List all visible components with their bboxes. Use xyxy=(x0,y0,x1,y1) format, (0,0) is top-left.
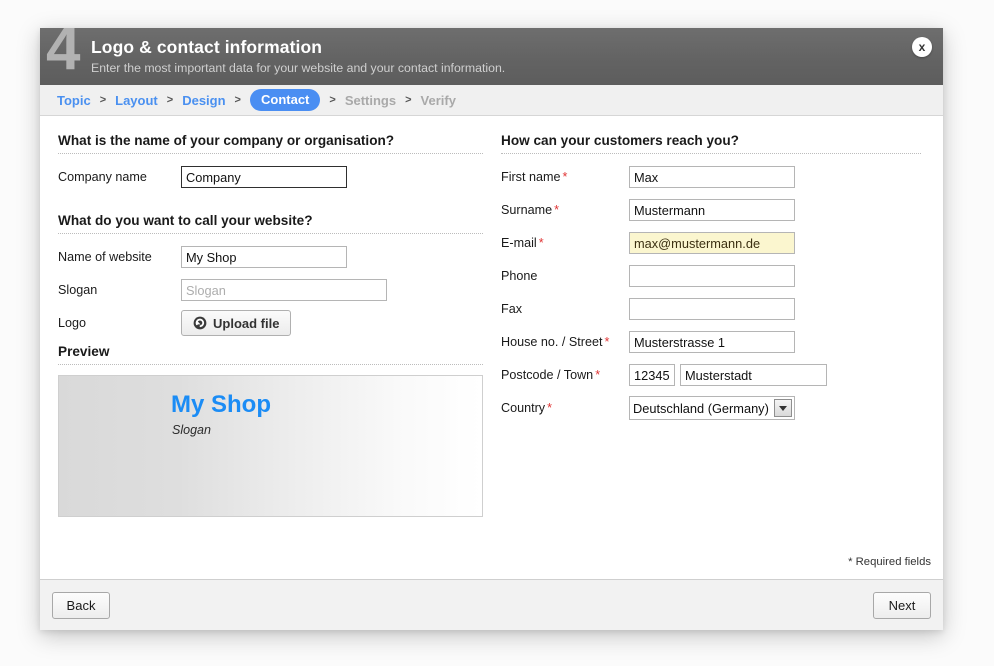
website-section-title: What do you want to call your website? xyxy=(58,213,483,234)
required-fields-note: * Required fields xyxy=(848,556,931,568)
dialog-footer: Back Next xyxy=(40,579,943,630)
breadcrumb-item-design[interactable]: Design xyxy=(182,93,225,108)
wizard-dialog: 4 Logo & contact information Enter the m… xyxy=(40,28,943,630)
required-marker: * xyxy=(538,236,544,250)
contact-section-title: How can your customers reach you? xyxy=(501,133,921,154)
first-name-row: First name * xyxy=(501,164,921,190)
page-subtitle: Enter the most important data for your w… xyxy=(91,61,506,75)
preview-section-title: Preview xyxy=(58,344,483,365)
required-marker: * xyxy=(604,335,610,349)
fax-row: Fax xyxy=(501,296,921,322)
street-label: House no. / Street * xyxy=(501,335,610,349)
site-name-row: Name of website xyxy=(58,244,483,270)
country-selected-value: Deutschland (Germany) xyxy=(633,400,769,416)
close-button[interactable]: x xyxy=(912,37,932,57)
surname-row: Surname * xyxy=(501,197,921,223)
breadcrumb-item-contact: Contact xyxy=(249,89,321,111)
required-marker: * xyxy=(554,203,560,217)
header-text-group: Logo & contact information Enter the mos… xyxy=(91,36,505,77)
slogan-input[interactable] xyxy=(181,279,387,301)
site-name-label: Name of website xyxy=(58,250,152,264)
email-label: E-mail * xyxy=(501,236,544,250)
preview-site-title: My Shop xyxy=(171,391,271,418)
postcode-town-row: Postcode / Town * xyxy=(501,362,921,388)
surname-input[interactable] xyxy=(629,199,795,221)
required-marker: * xyxy=(562,170,568,184)
first-name-input[interactable] xyxy=(629,166,795,188)
fax-label: Fax xyxy=(501,302,522,316)
email-row: E-mail * xyxy=(501,230,921,256)
company-name-input[interactable] xyxy=(181,166,347,188)
postcode-input[interactable] xyxy=(629,364,675,386)
breadcrumb-separator: > xyxy=(234,94,241,106)
fax-input[interactable] xyxy=(629,298,795,320)
street-row: House no. / Street * xyxy=(501,329,921,355)
postcode-town-label: Postcode / Town * xyxy=(501,368,601,382)
breadcrumb-separator: > xyxy=(405,94,412,106)
preview-slogan: Slogan xyxy=(172,423,211,437)
first-name-label: First name * xyxy=(501,170,568,184)
required-marker: * xyxy=(595,368,601,382)
country-label: Country * xyxy=(501,401,553,415)
company-name-label: Company name xyxy=(58,170,147,184)
upload-file-button[interactable]: Upload file xyxy=(181,310,292,336)
phone-label: Phone xyxy=(501,269,538,283)
company-name-row: Company name xyxy=(58,164,483,190)
left-column: What is the name of your company or orga… xyxy=(58,133,483,517)
chevron-down-icon[interactable] xyxy=(774,399,792,417)
country-row: Country * Deutschland (Germany) xyxy=(501,395,921,421)
breadcrumb-separator: > xyxy=(99,94,107,106)
breadcrumb-item-settings: Settings xyxy=(344,92,397,108)
company-section-title: What is the name of your company or orga… xyxy=(58,133,483,154)
right-column: How can your customers reach you? First … xyxy=(501,133,921,428)
slogan-row: Slogan xyxy=(58,277,483,303)
country-select[interactable]: Deutschland (Germany) xyxy=(629,396,795,420)
page-title: Logo & contact information xyxy=(91,37,323,57)
required-marker: * xyxy=(547,401,553,415)
phone-row: Phone xyxy=(501,263,921,289)
breadcrumb-item-layout[interactable]: Layout xyxy=(115,93,158,108)
breadcrumb: Topic > Layout > Design > Contact > Sett… xyxy=(40,85,943,116)
breadcrumb-separator: > xyxy=(166,94,174,106)
step-number: 4 xyxy=(46,28,81,83)
next-button[interactable]: Next xyxy=(873,591,931,619)
street-input[interactable] xyxy=(629,331,795,353)
upload-circle-icon xyxy=(193,316,207,330)
breadcrumb-separator: > xyxy=(329,94,336,106)
dialog-body: What is the name of your company or orga… xyxy=(40,116,943,579)
slogan-label: Slogan xyxy=(58,283,98,297)
breadcrumb-item-verify: Verify xyxy=(420,92,456,108)
site-name-input[interactable] xyxy=(181,246,347,268)
dialog-header: 4 Logo & contact information Enter the m… xyxy=(40,28,943,85)
surname-label: Surname * xyxy=(501,203,560,217)
logo-label: Logo xyxy=(58,316,87,330)
phone-input[interactable] xyxy=(629,265,795,287)
logo-row: Logo Upload file xyxy=(58,310,483,336)
back-button[interactable]: Back xyxy=(52,591,110,619)
upload-file-label: Upload file xyxy=(213,315,280,331)
email-input[interactable] xyxy=(629,232,795,254)
close-icon: x xyxy=(918,39,926,54)
town-input[interactable] xyxy=(680,364,827,386)
logo-preview: My Shop Slogan xyxy=(58,375,483,517)
breadcrumb-item-topic[interactable]: Topic xyxy=(57,93,91,108)
